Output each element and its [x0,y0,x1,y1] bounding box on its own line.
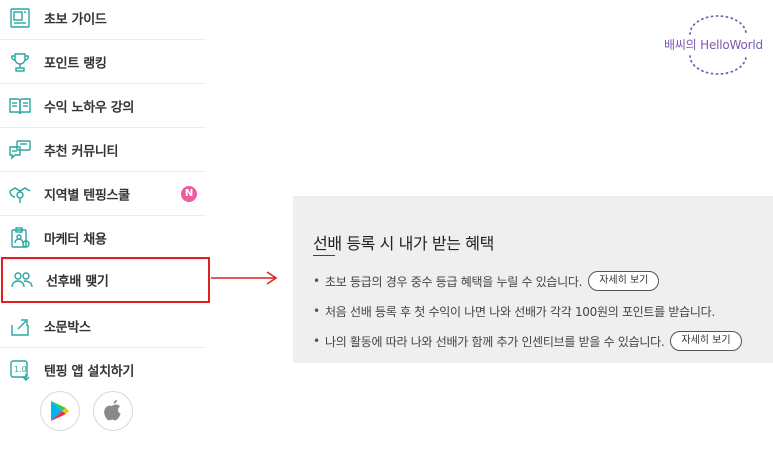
logo-text: 배씨의 HelloWorld [664,38,763,52]
new-badge: N [181,185,197,202]
trophy-icon [8,50,32,74]
sidebar-item-rumor-box[interactable]: 소문박스 [0,304,206,348]
title-divider [313,255,335,256]
benefit-panel: 선배 등록 시 내가 받는 혜택 • 초보 등급의 경우 중수 등급 혜택을 누… [293,196,773,363]
guide-book-icon [8,6,32,30]
benefit-text: 나의 활동에 따라 나와 선배가 함께 추가 인센티브를 받을 수 있습니다. [325,334,665,349]
sidebar-item-label: 지역별 텐핑스쿨 [44,188,130,203]
sidebar-item-label: 추천 커뮤니티 [44,144,119,159]
people-icon [10,268,34,292]
sidebar-item-point-ranking[interactable]: 포인트 랭킹 [0,40,206,84]
bullet: • [313,274,320,288]
bullet: • [313,304,320,318]
sidebar-item-label: 텐핑 앱 설치하기 [44,364,135,380]
job-clipboard-icon [8,226,32,250]
sidebar-item-label: 수익 노하우 강의 [44,100,135,115]
benefit-text: 초보 등급의 경우 중수 등급 혜택을 누릴 수 있습니다. [325,274,583,289]
details-button[interactable]: 자세히 보기 [670,331,742,351]
sidebar-item-label: 선후배 맺기 [46,274,109,290]
benefit-item: • 처음 선배 등록 후 첫 수익이 나면 나와 선배가 각각 100원의 포인… [313,296,768,326]
benefit-list: • 초보 등급의 경우 중수 등급 혜택을 누릴 수 있습니다. 자세히 보기 … [313,266,768,356]
app-store-button[interactable] [93,391,133,431]
benefit-item: • 나의 활동에 따라 나와 선배가 함께 추가 인센티브를 받을 수 있습니다… [313,326,768,356]
sidebar-item-label: 초보 가이드 [44,12,107,27]
sidebar-item-marketer-recruit[interactable]: 마케터 채용 [0,216,206,260]
sidebar-item-app-install[interactable]: 1.0 텐핑 앱 설치하기 [0,348,206,392]
svg-text:1.0: 1.0 [14,365,27,374]
sidebar-item-community[interactable]: 추천 커뮤니티 [0,128,206,172]
sidebar-item-beginner-guide[interactable]: 초보 가이드 [0,0,206,40]
sidebar-item-label: 마케터 채용 [44,232,107,247]
sidebar-item-mentor-link[interactable]: 선후배 맺기 [1,257,210,303]
sidebar-item-label: 포인트 랭킹 [44,56,107,71]
panel-title: 선배 등록 시 내가 받는 혜택 [313,234,494,253]
app-install-icon: 1.0 [8,358,32,382]
share-box-icon [8,314,32,338]
blog-logo: 배씨의 HelloWorld [660,12,773,76]
chat-bubble-icon [8,138,32,162]
benefit-text: 처음 선배 등록 후 첫 수익이 나면 나와 선배가 각각 100원의 포인트를… [325,304,715,319]
sidebar-item-label: 소문박스 [44,320,91,335]
benefit-item: • 초보 등급의 경우 중수 등급 혜택을 누릴 수 있습니다. 자세히 보기 [313,266,768,296]
sidebar-item-earning-lecture[interactable]: 수익 노하우 강의 [0,84,206,128]
pointer-arrow-icon [211,271,278,285]
google-play-icon [50,400,70,422]
details-button[interactable]: 자세히 보기 [588,271,660,291]
location-map-icon [8,182,32,206]
bullet: • [313,334,320,348]
google-play-button[interactable] [40,391,80,431]
apple-icon [104,400,122,422]
sidebar-item-regional-school[interactable]: 지역별 텐핑스쿨 N [0,172,206,216]
open-book-icon [8,94,32,118]
